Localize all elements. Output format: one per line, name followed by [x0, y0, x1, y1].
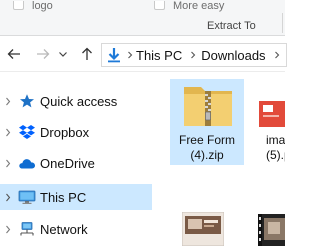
network-icon	[18, 220, 36, 238]
navigation-pane: Quick access Dropbox OneDrive This PC Ne…	[0, 72, 152, 247]
file-item-free-form-zip[interactable]: Free Form (4).zip	[170, 79, 244, 165]
ribbon: logo More easy Extract To	[0, 0, 285, 36]
up-button[interactable]	[77, 43, 97, 65]
breadcrumb-this-pc[interactable]: This PC	[136, 48, 182, 63]
ribbon-group-label: Extract To	[207, 20, 256, 32]
sidebar-item-label: This PC	[40, 189, 87, 205]
back-button[interactable]	[4, 43, 24, 65]
image-file-icon	[259, 101, 285, 130]
expand-chevron-icon[interactable]	[3, 224, 13, 234]
sidebar-item-label: Quick access	[40, 93, 118, 109]
address-bar[interactable]: This PC Downloads	[101, 43, 287, 67]
sidebar-item-label: Network	[40, 221, 88, 237]
dropbox-icon	[18, 123, 36, 141]
breadcrumb-downloads[interactable]: Downloads	[201, 48, 265, 63]
small-file-icon	[13, 1, 24, 10]
expand-chevron-icon[interactable]	[3, 96, 13, 106]
sidebar-item-onedrive[interactable]: OneDrive	[0, 150, 152, 176]
breadcrumb-separator-icon[interactable]	[187, 51, 199, 59]
ribbon-item-logo[interactable]: logo	[13, 0, 53, 12]
computer-icon	[18, 188, 36, 206]
sidebar-item-quick-access[interactable]: Quick access	[0, 88, 152, 114]
recent-locations-button[interactable]	[56, 43, 70, 65]
video-thumbnail-icon	[258, 214, 285, 247]
file-list-pane[interactable]: Free Form (4).zip ima (5).p	[152, 72, 285, 247]
file-name: Free Form (4).zip	[178, 133, 235, 162]
file-name: ima (5).p	[266, 133, 285, 162]
breadcrumb-separator-icon[interactable]	[271, 51, 283, 59]
sidebar-item-network[interactable]: Network	[0, 216, 152, 242]
back-arrow-icon	[7, 49, 20, 59]
file-item-image[interactable]: ima (5).p	[248, 79, 285, 165]
ribbon-divider	[282, 13, 283, 33]
photo-thumbnail-icon	[181, 211, 225, 247]
expand-chevron-icon[interactable]	[3, 127, 13, 137]
up-arrow-icon	[82, 47, 92, 60]
forward-arrow-icon	[37, 49, 50, 59]
zip-folder-icon	[183, 83, 233, 130]
breadcrumb-separator-icon[interactable]	[124, 51, 136, 59]
sidebar-item-this-pc[interactable]: This PC	[0, 184, 152, 210]
star-icon	[18, 92, 36, 110]
cloud-icon	[18, 154, 36, 172]
file-item-thumbnail[interactable]	[170, 210, 244, 247]
forward-button[interactable]	[33, 43, 53, 65]
download-folder-icon	[104, 44, 124, 66]
small-file-icon	[154, 1, 165, 10]
ribbon-item-more-easy[interactable]: More easy	[154, 0, 225, 12]
sidebar-item-dropbox[interactable]: Dropbox	[0, 119, 152, 145]
sidebar-item-label: OneDrive	[40, 155, 95, 171]
sidebar-item-label: Dropbox	[40, 124, 90, 140]
ribbon-item-label: logo	[32, 0, 53, 12]
ribbon-item-label: More easy	[173, 0, 225, 12]
expand-chevron-icon[interactable]	[3, 158, 13, 168]
navigation-bar: This PC Downloads	[0, 37, 287, 72]
expand-chevron-icon[interactable]	[3, 192, 13, 202]
file-item-video-thumbnail[interactable]	[248, 210, 285, 247]
chevron-down-icon	[59, 52, 67, 57]
